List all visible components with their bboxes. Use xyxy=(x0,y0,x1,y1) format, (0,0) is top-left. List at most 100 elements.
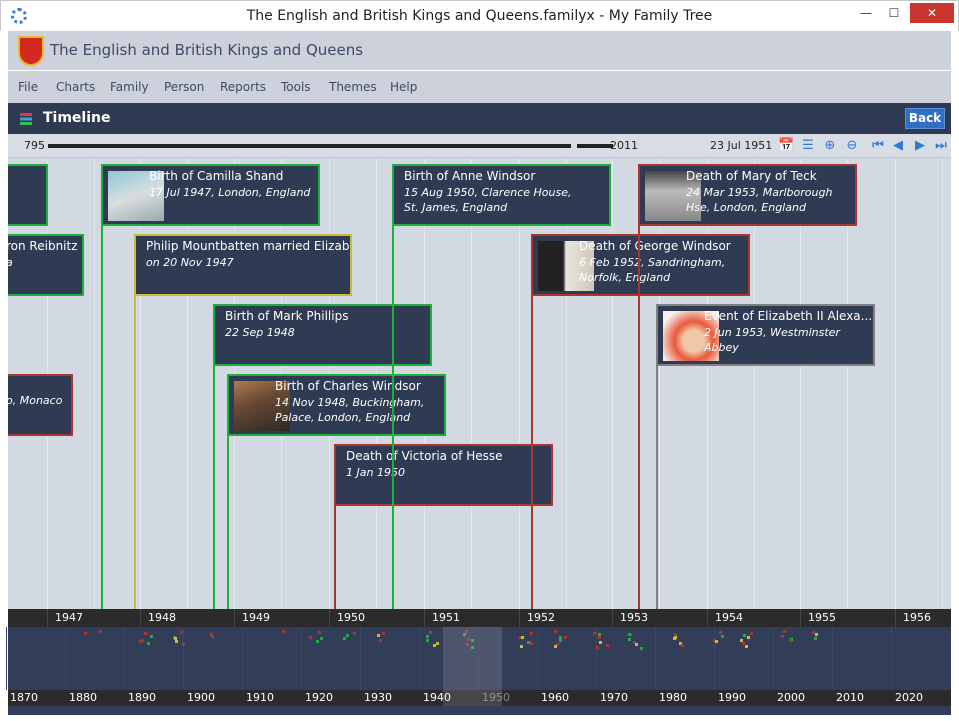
event-title: Death of Mary of Teck xyxy=(686,169,817,183)
decade-label: 1960 xyxy=(541,691,569,704)
year-tick xyxy=(424,609,425,627)
event-card[interactable]: Event of Elizabeth II Alexa... 2 Jun 1953… xyxy=(656,304,875,366)
next-icon[interactable]: ▶ xyxy=(912,138,928,154)
event-marker xyxy=(144,632,147,635)
event-card[interactable]: Birth of Camilla Shand 17 Jul 1947, Londo… xyxy=(101,164,320,226)
decade-line xyxy=(419,627,420,690)
event-marker xyxy=(814,637,817,640)
event-card[interactable]: Death of Victoria of Hesse 1 Jan 1950 xyxy=(334,444,553,506)
year-tick xyxy=(800,609,801,627)
event-card[interactable]: Birth of Charles Windsor 14 Nov 1948, Buc… xyxy=(227,374,446,436)
event-marker xyxy=(520,645,523,648)
decade-line xyxy=(6,627,7,690)
decade-label: 1910 xyxy=(246,691,274,704)
previous-icon[interactable]: ◀ xyxy=(890,138,906,154)
back-button[interactable]: Back xyxy=(905,108,945,129)
decade-line xyxy=(891,627,892,690)
year-label: 1954 xyxy=(715,611,743,624)
year-label: 1950 xyxy=(337,611,365,624)
event-marker xyxy=(593,632,596,635)
event-marker xyxy=(382,632,385,635)
event-marker xyxy=(99,630,102,633)
event-marker xyxy=(715,640,718,643)
event-marker xyxy=(343,637,346,640)
decade-label: 1870 xyxy=(10,691,38,704)
year-tick xyxy=(612,609,613,627)
event-marker xyxy=(433,644,436,647)
menu-charts[interactable]: Charts xyxy=(56,80,95,94)
event-marker xyxy=(436,642,439,645)
event-card[interactable]: Birth of Anne Windsor 15 Aug 1950, Claren… xyxy=(392,164,611,226)
event-marker xyxy=(596,646,599,649)
menu-reports[interactable]: Reports xyxy=(220,80,266,94)
calendar-search-icon[interactable]: 📅 xyxy=(778,138,794,154)
event-subtitle: 2 Jun 1953, Westminster Abbey xyxy=(704,326,840,354)
menu-file[interactable]: File xyxy=(18,80,38,94)
menu-help[interactable]: Help xyxy=(390,80,417,94)
year-label: 1956 xyxy=(903,611,931,624)
decade-label: 2020 xyxy=(895,691,923,704)
event-title: Birth of Camilla Shand xyxy=(149,169,284,183)
event-subtitle: 1 Jan 1950 xyxy=(346,466,405,479)
event-marker xyxy=(564,636,567,639)
year-label: 1955 xyxy=(808,611,836,624)
event-marker xyxy=(175,640,178,643)
minimize-button[interactable]: — xyxy=(852,3,880,23)
year-tick xyxy=(329,609,330,627)
overview-selection[interactable] xyxy=(443,627,502,706)
range-slider-gap[interactable] xyxy=(571,144,577,148)
decade-label: 2010 xyxy=(836,691,864,704)
event-marker xyxy=(747,636,750,639)
event-marker xyxy=(426,635,429,638)
event-card[interactable]: ron Reibnitz a xyxy=(8,234,84,296)
last-icon[interactable]: ⏭ xyxy=(933,138,949,154)
event-marker xyxy=(139,640,142,643)
event-card[interactable]: o, Monaco xyxy=(8,374,73,436)
zoom-in-icon[interactable]: ⊕ xyxy=(822,138,838,154)
grid-line xyxy=(612,158,613,609)
timeline-filter-icon[interactable]: ☰ xyxy=(800,138,816,154)
event-card[interactable]: Death of George Windsor 6 Feb 1952, Sandr… xyxy=(531,234,750,296)
range-min: 795 xyxy=(24,139,45,152)
range-slider[interactable] xyxy=(48,144,613,148)
zoom-out-icon[interactable]: ⊖ xyxy=(844,138,860,154)
event-subtitle: 15 Aug 1950, Clarence House, St. James, … xyxy=(404,186,572,214)
event-subtitle: 6 Feb 1952, Sandringham, Norfolk, Englan… xyxy=(579,256,726,284)
range-bar: 795 2011 23 Jul 1951 📅 ☰ ⊕ ⊖ ⏮ ◀ ▶ ⏭ xyxy=(8,134,951,158)
menu-person[interactable]: Person xyxy=(164,80,204,94)
year-label: 1951 xyxy=(432,611,460,624)
event-marker xyxy=(318,631,321,634)
event-marker xyxy=(719,631,722,634)
event-marker xyxy=(750,632,753,635)
event-marker xyxy=(211,635,214,638)
event-marker xyxy=(781,635,784,638)
event-marker xyxy=(815,633,818,636)
close-button[interactable]: ✕ xyxy=(910,3,954,23)
menu-tools[interactable]: Tools xyxy=(281,80,311,94)
decade-line xyxy=(832,627,833,690)
event-title: Death of George Windsor xyxy=(579,239,731,253)
menu-bar: File Charts Family Person Reports Tools Themes… xyxy=(8,72,951,102)
event-card[interactable] xyxy=(8,164,48,226)
year-axis: 1947 1948 1949 1950 1951 1952 1953 1954 1955 1956 xyxy=(8,609,951,627)
timeline-canvas[interactable]: ron Reibnitz a Birth of Camilla Shand 17 Ju… xyxy=(8,158,951,609)
event-marker xyxy=(379,639,382,642)
event-marker xyxy=(640,647,643,650)
event-card[interactable]: Death of Mary of Teck 24 Mar 1953, Marlbo… xyxy=(638,164,857,226)
timeline-icon xyxy=(20,113,32,125)
event-card[interactable]: Birth of Mark Phillips 22 Sep 1948 xyxy=(213,304,432,366)
year-tick xyxy=(140,609,141,627)
decade-label: 1900 xyxy=(187,691,215,704)
decade-line xyxy=(360,627,361,690)
page-title: Timeline xyxy=(43,110,111,126)
menu-family[interactable]: Family xyxy=(110,80,149,94)
decade-label: 1890 xyxy=(128,691,156,704)
overview-bottom xyxy=(8,706,951,715)
event-marker xyxy=(377,634,380,637)
decade-label: 2000 xyxy=(777,691,805,704)
menu-themes[interactable]: Themes xyxy=(329,80,377,94)
event-card[interactable]: Philip Mountbatten married Elizabet... on… xyxy=(134,234,352,296)
event-marker xyxy=(721,635,724,638)
first-icon[interactable]: ⏮ xyxy=(870,138,886,154)
maximize-button[interactable]: ☐ xyxy=(880,3,908,23)
